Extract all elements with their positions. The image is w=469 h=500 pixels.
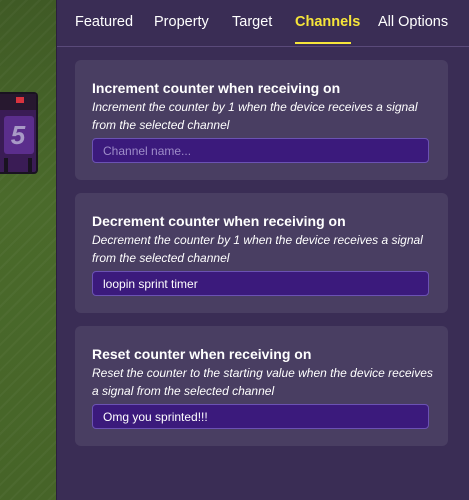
channel-card-description: Reset the counter to the starting value …: [92, 366, 433, 398]
device-indicator-light: [16, 97, 24, 103]
tab-property[interactable]: Property: [154, 14, 209, 30]
channel-card-reset: Reset counter when receiving on Reset th…: [75, 326, 448, 446]
tab-all-options[interactable]: All Options: [378, 14, 448, 30]
device-legs: [4, 158, 32, 172]
channel-card-description: Decrement the counter by 1 when the devi…: [92, 233, 423, 265]
channel-card-title: Increment counter when receiving on: [92, 80, 341, 96]
device-counter-value: 5: [10, 120, 26, 150]
tab-featured[interactable]: Featured: [75, 14, 133, 30]
decrement-channel-input[interactable]: [92, 271, 429, 296]
active-tab-indicator: [295, 42, 351, 44]
tab-target[interactable]: Target: [232, 14, 272, 30]
tab-channels[interactable]: Channels: [295, 14, 360, 30]
reset-channel-input[interactable]: [92, 404, 429, 429]
options-tab-bar: Featured Property Target Channels All Op…: [57, 0, 469, 47]
device-options-panel: Featured Property Target Channels All Op…: [56, 0, 469, 500]
channel-card-increment: Increment counter when receiving on Incr…: [75, 60, 448, 180]
increment-channel-input[interactable]: [92, 138, 429, 163]
game-world-background: 5: [0, 0, 56, 500]
channel-card-description: Increment the counter by 1 when the devi…: [92, 100, 418, 132]
channel-card-title: Decrement counter when receiving on: [92, 213, 346, 229]
channel-card-title: Reset counter when receiving on: [92, 346, 312, 362]
counter-device[interactable]: 5: [0, 92, 38, 174]
channel-card-decrement: Decrement counter when receiving on Decr…: [75, 193, 448, 313]
